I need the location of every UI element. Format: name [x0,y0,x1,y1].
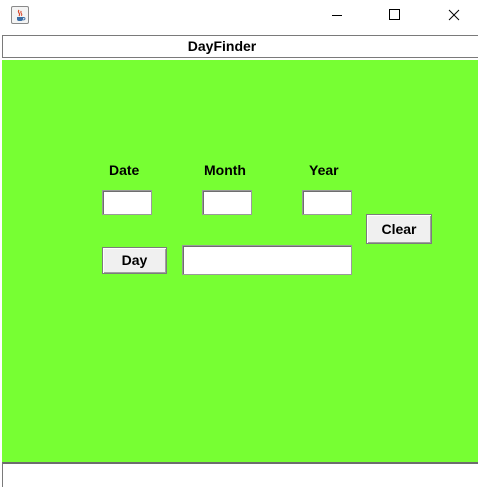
year-field[interactable] [302,190,352,215]
clear-button[interactable]: Clear [366,214,432,244]
date-field[interactable] [102,190,152,215]
status-panel [2,462,478,487]
maximize-icon [389,9,400,20]
day-button-label: Day [121,252,148,268]
minimize-icon [332,15,342,16]
year-label: Year [309,162,339,178]
java-cup-icon[interactable] [11,6,29,24]
form-panel: Date Month Year Clear Day [2,60,478,462]
date-label: Date [109,162,140,178]
title-bar [0,0,478,32]
clear-button-label: Clear [381,221,417,237]
minimize-button[interactable] [314,0,360,32]
month-field[interactable] [202,190,252,215]
close-icon [448,9,460,21]
month-label: Month [204,162,246,178]
header-panel: DayFinder [2,35,478,58]
maximize-button[interactable] [372,0,418,32]
close-button[interactable] [431,0,477,32]
day-button[interactable]: Day [102,247,167,274]
app-title: DayFinder [187,38,257,54]
result-field[interactable] [182,245,352,275]
